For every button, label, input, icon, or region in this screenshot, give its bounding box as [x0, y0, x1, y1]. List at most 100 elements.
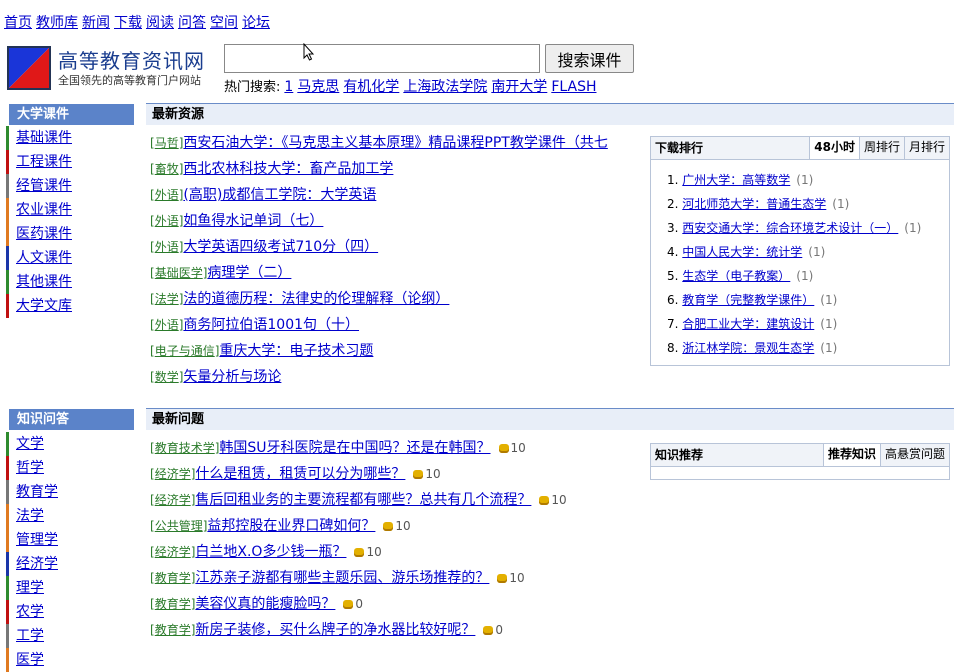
sidebar-item-link[interactable]: 医学: [16, 652, 44, 668]
question-title-link[interactable]: 售后回租业务的主要流程都有哪些？总共有几个流程？: [195, 492, 531, 508]
hot-search-link[interactable]: 南开大学: [491, 79, 547, 95]
hot-search-link[interactable]: FLASH: [551, 79, 596, 95]
hot-search-link[interactable]: 1: [284, 79, 293, 95]
search-button[interactable]: 搜索课件: [545, 44, 634, 73]
question-title-link[interactable]: 美容仪真的能瘦脸吗？: [195, 596, 335, 612]
question-title-link[interactable]: 韩国SU牙科医院是在中国吗？还是在韩国？: [219, 440, 490, 456]
sidebar-item: 理学: [6, 576, 58, 600]
question-category-link[interactable]: 经济学: [155, 467, 191, 481]
resource-title-link[interactable]: 西安石油大学：《马克思主义基本原理》精品课程PPT教学课件（共七: [183, 135, 607, 151]
mouse-cursor-icon: [303, 43, 315, 61]
hot-search-link[interactable]: 有机化学: [343, 79, 399, 95]
resource-title-link[interactable]: 重庆大学：电子技术习题: [219, 343, 373, 359]
sidebar-item-link[interactable]: 其他课件: [16, 274, 72, 290]
sidebar-item-link[interactable]: 医药课件: [16, 226, 72, 242]
ranking-title-link[interactable]: 广州大学：高等数学: [682, 173, 790, 187]
sidebar-item-link[interactable]: 工程课件: [16, 154, 72, 170]
question-row: [教育学]江苏亲子游都有哪些主题乐园、游乐场推荐的？10: [150, 565, 567, 591]
resource-category-link[interactable]: 电子与通信: [155, 344, 215, 358]
resource-title-link[interactable]: (高职)成都信工学院：大学英语: [183, 187, 376, 203]
ranking-title-link[interactable]: 河北师范大学：普通生态学: [682, 197, 826, 211]
site-logo[interactable]: [7, 46, 51, 90]
resource-category-link[interactable]: 外语: [155, 240, 179, 254]
search-input[interactable]: [224, 44, 540, 73]
top-nav-link[interactable]: 阅读: [146, 15, 174, 31]
sidebar-item-link[interactable]: 农业课件: [16, 202, 72, 218]
sidebar-item-link[interactable]: 法学: [16, 508, 44, 524]
question-title-link[interactable]: 江苏亲子游都有哪些主题乐园、游乐场推荐的？: [195, 570, 489, 586]
sidebar-item-link[interactable]: 农学: [16, 604, 44, 620]
ranking-item: 2. 河北师范大学：普通生态学(1): [651, 192, 949, 216]
resource-category-link[interactable]: 外语: [155, 214, 179, 228]
resource-title-link[interactable]: 矢量分析与场论: [183, 369, 281, 385]
knowledge-tab[interactable]: 高悬赏问题: [880, 444, 949, 466]
ranking-item: 8. 浙江林学院：景观生态学(1): [651, 336, 949, 360]
sidebar-item-link[interactable]: 管理学: [16, 532, 58, 548]
sidebar-item-link[interactable]: 大学文库: [16, 298, 72, 314]
ranking-title-link[interactable]: 中国人民大学：统计学: [682, 245, 802, 259]
resource-title-link[interactable]: 大学英语四级考试710分（四）: [183, 239, 378, 255]
resource-category-link[interactable]: 数学: [155, 370, 179, 384]
resource-category: [电子与通信]: [150, 344, 219, 358]
question-reward: 10: [511, 441, 526, 455]
resource-title-link[interactable]: 如鱼得水记单词（七）: [183, 213, 323, 229]
resource-title-link[interactable]: 西北农林科技大学：畜产品加工学: [183, 161, 393, 177]
resource-category-link[interactable]: 外语: [155, 188, 179, 202]
top-nav-link[interactable]: 空间: [210, 15, 238, 31]
sidebar-item-link[interactable]: 工学: [16, 628, 44, 644]
coin-icon: [354, 548, 364, 557]
ranking-title-link[interactable]: 浙江林学院：景观生态学: [682, 341, 814, 355]
sidebar-item-link[interactable]: 哲学: [16, 460, 44, 476]
top-nav-link[interactable]: 问答: [178, 15, 206, 31]
question-category-link[interactable]: 经济学: [155, 545, 191, 559]
question-category: [教育技术学]: [150, 441, 219, 455]
question-category-link[interactable]: 教育技术学: [155, 441, 215, 455]
sidebar-item-link[interactable]: 人文课件: [16, 250, 72, 266]
question-category-link[interactable]: 教育学: [155, 623, 191, 637]
resource-category-link[interactable]: 畜牧: [155, 162, 179, 176]
top-nav-link[interactable]: 教师库: [36, 15, 78, 31]
resource-category-link[interactable]: 马哲: [155, 136, 179, 150]
top-nav-link[interactable]: 论坛: [242, 15, 270, 31]
knowledge-tab[interactable]: 推荐知识: [823, 444, 880, 466]
question-title-link[interactable]: 白兰地X.O多少钱一瓶？: [195, 544, 346, 560]
top-nav-link[interactable]: 首页: [4, 15, 32, 31]
question-category-link[interactable]: 经济学: [155, 493, 191, 507]
sidebar-item-link[interactable]: 经管课件: [16, 178, 72, 194]
sidebar-item-link[interactable]: 基础课件: [16, 130, 72, 146]
resource-category-link[interactable]: 基础医学: [155, 266, 203, 280]
resource-category-link[interactable]: 法学: [155, 292, 179, 306]
ranking-count: (1): [820, 341, 837, 355]
sidebar-item-link[interactable]: 文学: [16, 436, 44, 452]
question-category-link[interactable]: 教育学: [155, 597, 191, 611]
ranking-title-link[interactable]: 西安交通大学：综合环境艺术设计（一）: [682, 221, 898, 235]
resource-row: [外语]大学英语四级考试710分（四）: [150, 234, 608, 260]
question-title-link[interactable]: 什么是租赁，租赁可以分为哪些？: [195, 466, 405, 482]
question-title-link[interactable]: 新房子装修，买什么牌子的净水器比较好呢？: [195, 622, 475, 638]
ranking-title-link[interactable]: 教育学（完整教学课件）: [682, 293, 814, 307]
top-nav-link[interactable]: 下载: [114, 15, 142, 31]
ranking-tab[interactable]: 月排行: [904, 137, 949, 159]
ranking-item: 4. 中国人民大学：统计学(1): [651, 240, 949, 264]
hot-search-link[interactable]: 马克思: [297, 79, 339, 95]
question-title-link[interactable]: 益邦控股在业界口碑如何？: [207, 518, 375, 534]
resource-title-link[interactable]: 法的道德历程：法律史的伦理解释（论纲）: [183, 291, 449, 307]
sidebar-item-link[interactable]: 教育学: [16, 484, 58, 500]
question-category-link[interactable]: 教育学: [155, 571, 191, 585]
sidebar-item-link[interactable]: 理学: [16, 580, 44, 596]
question-category-link[interactable]: 公共管理: [155, 519, 203, 533]
ranking-title-link[interactable]: 合肥工业大学：建筑设计: [682, 317, 814, 331]
ranking-title-link[interactable]: 生态学（电子教案）: [682, 269, 790, 283]
ranking-tab[interactable]: 48小时: [809, 137, 859, 159]
top-nav-link[interactable]: 新闻: [82, 15, 110, 31]
question-reward: 10: [509, 571, 524, 585]
resource-title-link[interactable]: 病理学（二）: [207, 265, 291, 281]
resource-category-link[interactable]: 外语: [155, 318, 179, 332]
sidebar-item: 基础课件: [6, 126, 72, 150]
ranking-tab[interactable]: 周排行: [859, 137, 904, 159]
hot-search-link[interactable]: 上海政法学院: [403, 79, 487, 95]
sidebar-item-link[interactable]: 经济学: [16, 556, 58, 572]
resource-category: [马哲]: [150, 136, 183, 150]
resource-title-link[interactable]: 商务阿拉伯语1001句（十）: [183, 317, 359, 333]
ranking-number: 2.: [667, 197, 678, 211]
